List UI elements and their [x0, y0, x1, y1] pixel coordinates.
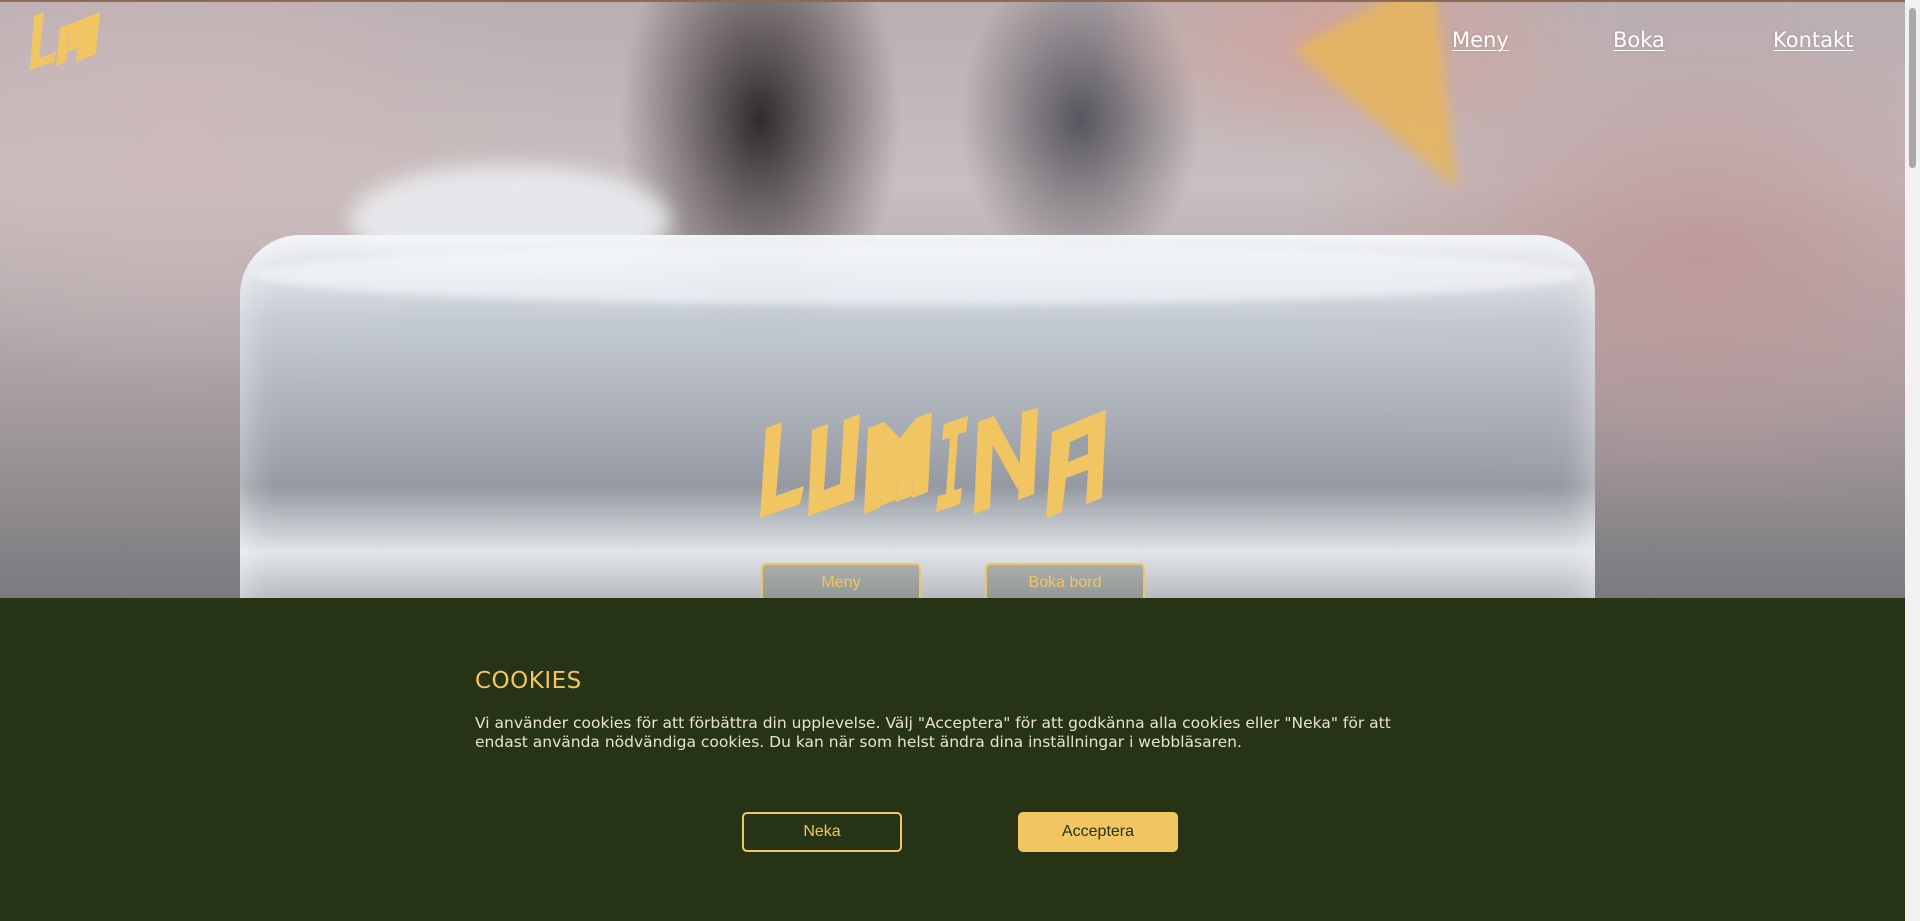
main-nav: Meny Boka Kontakt [0, 28, 1905, 58]
brand-wordmark [760, 408, 1144, 526]
nav-link-meny[interactable]: Meny [1452, 28, 1509, 52]
cookie-accept-button[interactable]: Acceptera [1018, 812, 1178, 852]
hero-book-table-button[interactable]: Boka bord [985, 563, 1145, 603]
cookie-deny-button[interactable]: Neka [742, 812, 902, 852]
nav-link-boka[interactable]: Boka [1613, 28, 1665, 52]
hero-menu-button[interactable]: Meny [761, 563, 921, 603]
scrollbar-thumb[interactable] [1909, 8, 1916, 168]
nav-link-kontakt[interactable]: Kontakt [1773, 28, 1853, 52]
wordmark-logo [760, 408, 1106, 518]
page: Meny Boka Kontakt Meny Boka bord COOKIES… [0, 0, 1920, 921]
cookie-description: Vi använder cookies för att förbättra di… [475, 714, 1391, 751]
page-scrollbar[interactable] [1905, 0, 1920, 921]
hero-photo-glass-rim [255, 245, 1580, 305]
cookie-banner: COOKIES Vi använder cookies för att förb… [0, 598, 1905, 921]
cookie-title: COOKIES [475, 668, 582, 694]
top-border [0, 0, 1905, 2]
